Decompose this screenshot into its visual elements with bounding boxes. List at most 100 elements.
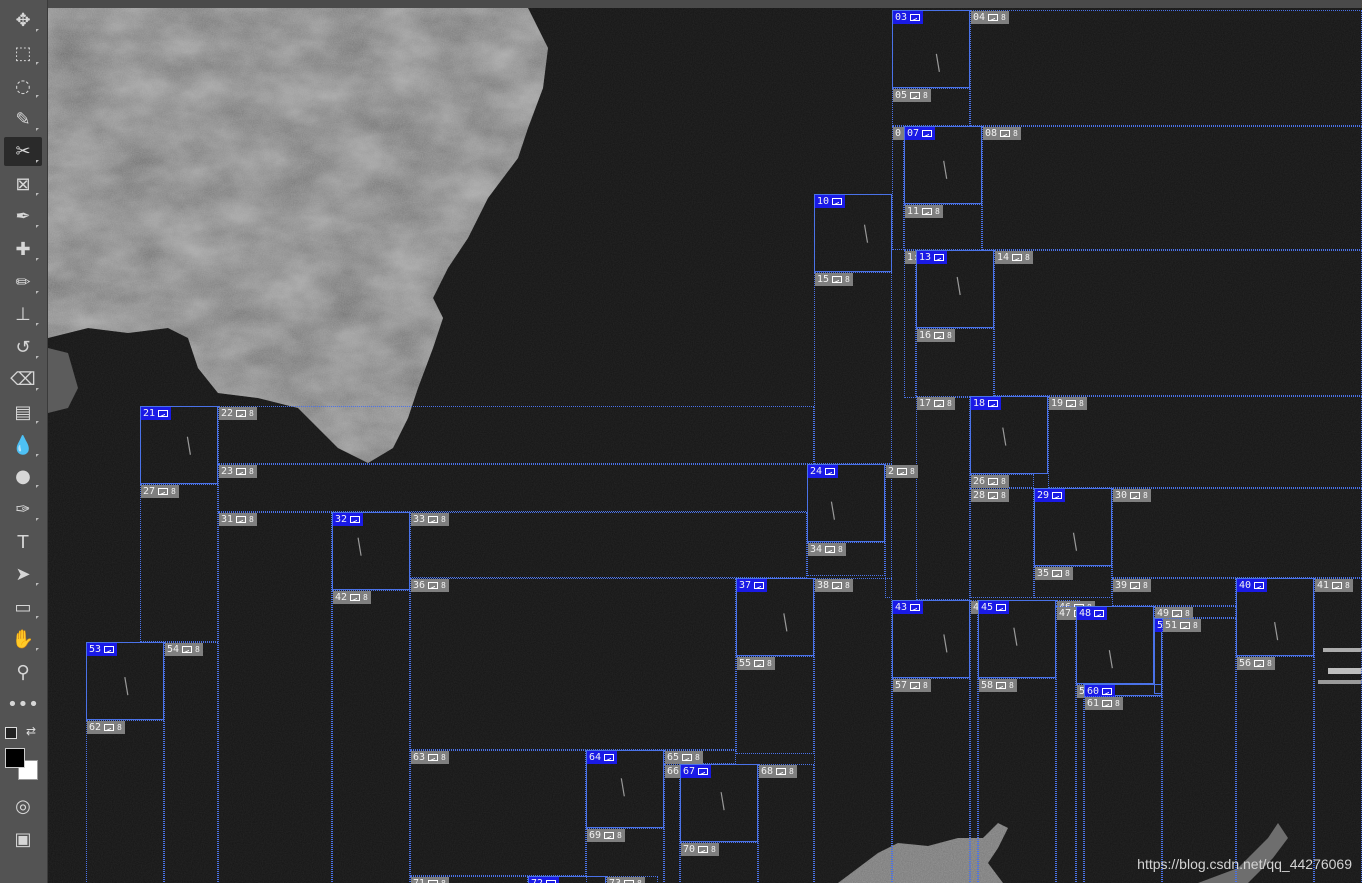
link-icon: 8 [1013, 127, 1018, 140]
path-selection-tool[interactable]: ➤ [4, 560, 42, 589]
eyedropper-tool[interactable]: ✒ [4, 202, 42, 231]
slice-number: 41 [1317, 579, 1329, 592]
slice-63[interactable] [410, 750, 586, 876]
image-slice-icon [988, 14, 998, 21]
image-slice-icon [350, 516, 360, 523]
image-slice-icon [1254, 660, 1264, 667]
slice-5[interactable] [1076, 684, 1084, 883]
slice-17[interactable] [916, 396, 970, 600]
slice-61[interactable] [1084, 696, 1162, 883]
slice-55[interactable] [736, 656, 814, 754]
healing-brush-tool[interactable]: ✚ [4, 235, 42, 264]
zoom-tool[interactable]: ⚲ [4, 658, 42, 687]
slice-badge: 68 8 [759, 765, 797, 778]
lasso-tool[interactable]: ◌ [4, 72, 42, 101]
slice-54[interactable] [164, 642, 218, 883]
slice-08[interactable] [982, 126, 1362, 250]
slice-58[interactable] [978, 678, 1056, 883]
slice-badge: 56 8 [1237, 657, 1275, 670]
slice-number: 54 [167, 643, 179, 656]
slice-number: 21 [143, 407, 155, 420]
slice-31[interactable] [218, 512, 332, 883]
swap-colors-icon[interactable]: ⇄ [26, 724, 36, 738]
dodge-tool[interactable]: ● [4, 462, 42, 491]
slice-66[interactable] [664, 764, 680, 883]
move-tool[interactable]: ✥ [4, 6, 42, 35]
slice-28[interactable] [970, 488, 1034, 598]
slice-04[interactable] [970, 10, 1362, 126]
slice-badge: 48 [1077, 607, 1107, 620]
foreground-color-swatch[interactable] [5, 748, 25, 768]
slice-badge: 45 [979, 601, 1009, 614]
slice-number: 03 [895, 11, 907, 24]
link-icon: 8 [249, 513, 254, 526]
link-icon: 8 [1025, 251, 1030, 264]
link-icon: 8 [363, 591, 368, 604]
more-tools[interactable]: ••• [4, 690, 42, 719]
slice-38[interactable] [814, 578, 892, 883]
slice-56[interactable] [1236, 656, 1314, 883]
slice-0[interactable] [892, 126, 904, 250]
slice-42[interactable] [332, 590, 410, 883]
slice-number: 17 [919, 397, 931, 410]
link-icon: 8 [910, 465, 915, 478]
slice-57[interactable] [892, 678, 970, 883]
hand-tool[interactable]: ✋ [4, 625, 42, 654]
quick-mask-button[interactable]: ◎ [4, 792, 42, 821]
link-icon: 8 [117, 721, 122, 734]
slice-33[interactable] [410, 512, 807, 578]
brush-tool[interactable]: ✏ [4, 268, 42, 297]
marquee-tool[interactable]: ⬚ [4, 39, 42, 68]
document-canvas[interactable]: 030480580807088101181:813148158168178181… [48, 0, 1362, 883]
slice-23[interactable] [218, 464, 808, 512]
clone-stamp-tool[interactable]: ⊥ [4, 300, 42, 329]
slice-badge: 21 [141, 407, 171, 420]
gradient-tool[interactable]: ▤ [4, 398, 42, 427]
slice-1:[interactable] [904, 250, 916, 398]
image-slice-icon [934, 400, 944, 407]
slice-badge: 64 [587, 751, 617, 764]
link-icon: 8 [195, 643, 200, 656]
slice-number: 11 [907, 205, 919, 218]
link-icon: 8 [441, 877, 446, 883]
slice-62[interactable] [86, 720, 164, 883]
slice-number: 14 [997, 251, 1009, 264]
history-brush-tool[interactable]: ↺ [4, 333, 42, 362]
link-icon: 8 [441, 751, 446, 764]
image-slice-icon [1094, 610, 1104, 617]
blur-tool[interactable]: 💧 [4, 431, 42, 460]
submenu-arrow-icon [36, 648, 39, 651]
slice-number: 70 [683, 843, 695, 856]
frame-tool[interactable]: ⊠ [4, 170, 42, 199]
image-slice-icon [1012, 254, 1022, 261]
slice-47[interactable] [1056, 606, 1076, 883]
type-tool[interactable]: T [4, 528, 42, 557]
image-slice-icon [776, 768, 786, 775]
slice-14[interactable] [994, 250, 1362, 396]
quick-selection-tool[interactable]: ✎ [4, 105, 42, 134]
image-slice-icon [682, 754, 692, 761]
slice-badge: 38 8 [815, 579, 853, 592]
slice-badge: 72 [529, 877, 559, 883]
slice-19[interactable] [1048, 396, 1362, 488]
default-colors-icon[interactable] [5, 727, 17, 739]
slice-tool[interactable]: ✂ [4, 137, 42, 166]
slice-68[interactable] [758, 764, 814, 883]
submenu-arrow-icon [36, 323, 39, 326]
slice-41[interactable] [1314, 578, 1362, 883]
rectangle-tool[interactable]: ▭ [4, 593, 42, 622]
slice-badge: 55 8 [737, 657, 775, 670]
slice-badge: 69 8 [587, 829, 625, 842]
slice-4[interactable] [970, 600, 978, 883]
eraser-tool[interactable]: ⌫ [4, 365, 42, 394]
slice-22[interactable] [218, 406, 814, 464]
slice-27[interactable] [140, 484, 218, 642]
slice-36[interactable] [410, 578, 736, 750]
pen-tool[interactable]: ✑ [4, 495, 42, 524]
slice-51[interactable] [1162, 618, 1236, 883]
slice-15[interactable] [814, 272, 892, 464]
screen-mode-button[interactable]: ▣ [4, 825, 42, 854]
slice-number: 0 [895, 127, 901, 140]
link-icon: 8 [1115, 697, 1120, 710]
slice-badge: 29 [1035, 489, 1065, 502]
